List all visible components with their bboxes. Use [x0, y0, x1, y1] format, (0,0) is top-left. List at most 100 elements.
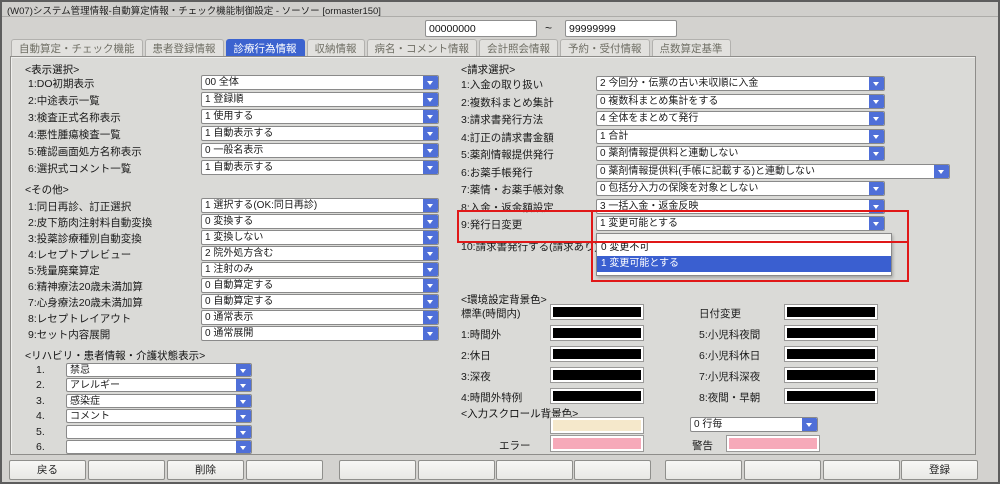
blank-button-4[interactable]	[418, 460, 495, 480]
range-tilde: ~	[545, 21, 552, 35]
select-invoice-issue-method[interactable]: 4 全体をまとめて発行	[596, 111, 885, 126]
select-set-content-expand[interactable]: 0 通常展開	[201, 326, 439, 341]
swatch-scroll-normal[interactable]	[551, 418, 643, 433]
tab-reservation-reception[interactable]: 予約・受付情報	[560, 39, 650, 56]
field-label: 9:セット内容展開	[28, 327, 110, 342]
swatch-standard[interactable]	[551, 305, 643, 319]
tab-auto-calc-check[interactable]: 自動算定・チェック機能	[11, 39, 143, 56]
delete-button[interactable]: 削除	[167, 460, 244, 480]
select-payment-refund-setting[interactable]: 3 一括入金・返金反映	[596, 199, 885, 214]
back-button[interactable]: 戻る	[9, 460, 86, 480]
dropdown-option-no-change[interactable]: 0 変更不可	[597, 240, 891, 256]
swatch-pediatric-night[interactable]	[785, 326, 877, 340]
swatch-pediatric-holiday[interactable]	[785, 347, 877, 361]
select-issue-date-change[interactable]: 1 変更可能とする	[596, 216, 885, 231]
swatch-overtime[interactable]	[551, 326, 643, 340]
tab-accounting-inquiry[interactable]: 会計照会情報	[479, 39, 558, 56]
chevron-down-icon[interactable]	[934, 165, 949, 178]
blank-button-8[interactable]	[744, 460, 821, 480]
field-label: 9:発行日変更	[461, 217, 522, 232]
field-label: 2:複数科まとめ集計	[461, 95, 554, 110]
swatch-night-early[interactable]	[785, 389, 877, 403]
blank-button-1[interactable]	[88, 460, 165, 480]
field-row: 4:訂正の請求書金額 1 合計	[11, 129, 975, 145]
chevron-down-icon[interactable]	[236, 364, 251, 376]
error-label: エラー	[499, 438, 531, 453]
select-receipt-layout[interactable]: 0 通常表示	[201, 310, 439, 325]
select-multi-dept-summary[interactable]: 0 複数科まとめ集計をする	[596, 94, 885, 109]
blank-button-3[interactable]	[339, 460, 416, 480]
select-psychiatric-under20[interactable]: 0 自動算定する	[201, 278, 439, 293]
chevron-down-icon[interactable]	[869, 77, 884, 90]
select-rehab-6[interactable]	[66, 440, 252, 454]
select-medicine-notebook-issue[interactable]: 0 薬剤情報提供料(手帳に記載する)と連動しない	[596, 164, 950, 179]
chevron-down-icon[interactable]	[869, 112, 884, 125]
tab-patient-registration[interactable]: 患者登録情報	[145, 39, 224, 56]
field-label: 5:残量廃棄算定	[28, 263, 100, 278]
field-row: 5.	[11, 425, 975, 441]
tab-score-calc-standard[interactable]: 点数算定基準	[652, 39, 731, 56]
tab-medical-practice[interactable]: 診療行為情報	[226, 39, 305, 56]
chevron-down-icon[interactable]	[802, 418, 817, 431]
range-to-input[interactable]	[565, 20, 677, 37]
field-label: 4:訂正の請求書金額	[461, 130, 554, 145]
chevron-down-icon[interactable]	[423, 279, 438, 292]
chevron-down-icon[interactable]	[869, 217, 884, 230]
chevron-down-icon[interactable]	[869, 200, 884, 213]
blank-button-5[interactable]	[496, 460, 573, 480]
swatch-date-change[interactable]	[785, 305, 877, 319]
chevron-down-icon[interactable]	[236, 441, 251, 453]
chevron-down-icon[interactable]	[423, 311, 438, 324]
blank-button-7[interactable]	[665, 460, 742, 480]
select-rehab-3[interactable]: 感染症	[66, 394, 252, 408]
chevron-down-icon[interactable]	[869, 147, 884, 160]
field-label: 8:夜間・早朝	[699, 390, 760, 405]
blank-button-2[interactable]	[246, 460, 323, 480]
swatch-midnight[interactable]	[551, 368, 643, 382]
select-rehab-1[interactable]: 禁忌	[66, 363, 252, 377]
chevron-down-icon[interactable]	[869, 130, 884, 143]
chevron-down-icon[interactable]	[869, 182, 884, 195]
chevron-down-icon[interactable]	[869, 95, 884, 108]
chevron-down-icon[interactable]	[236, 410, 251, 422]
select-rehab-5[interactable]	[66, 425, 252, 439]
blank-button-6[interactable]	[574, 460, 651, 480]
chevron-down-icon[interactable]	[236, 379, 251, 391]
select-payment-handling[interactable]: 2 今回分・伝票の古い未収順に入金	[596, 76, 885, 91]
select-value: 0 薬剤情報提供料と連動しない	[597, 147, 869, 160]
select-drug-info-issue[interactable]: 0 薬剤情報提供料と連動しない	[596, 146, 885, 161]
swatch-overtime-special[interactable]	[551, 389, 643, 403]
select-corrected-invoice-amount[interactable]: 1 合計	[596, 129, 885, 144]
chevron-down-icon[interactable]	[236, 426, 251, 438]
range-from-input[interactable]	[425, 20, 537, 37]
select-psychosomatic-under20[interactable]: 0 自動算定する	[201, 294, 439, 309]
tab-disease-comment[interactable]: 病名・コメント情報	[367, 39, 478, 56]
select-rehab-4[interactable]: コメント	[66, 409, 252, 423]
select-value: 0 自動算定する	[202, 295, 423, 308]
chevron-down-icon[interactable]	[423, 295, 438, 308]
field-label: 6:お薬手帳発行	[461, 165, 533, 180]
chevron-down-icon[interactable]	[423, 263, 438, 276]
select-value: 2 今回分・伝票の古い未収順に入金	[597, 77, 869, 90]
blank-button-9[interactable]	[823, 460, 900, 480]
swatch-error[interactable]	[551, 436, 643, 451]
field-label: 5.	[36, 426, 45, 438]
dropdown-option-changeable[interactable]: 1 変更可能とする	[597, 256, 891, 272]
select-rehab-2[interactable]: アレルギー	[66, 378, 252, 392]
tab-receipts[interactable]: 収納情報	[307, 39, 365, 56]
field-row: 5:薬剤情報提供発行 0 薬剤情報提供料と連動しない	[11, 146, 975, 162]
swatch-holiday[interactable]	[551, 347, 643, 361]
select-scroll-interval[interactable]: 0 行毎	[690, 417, 818, 432]
register-button[interactable]: 登録	[901, 460, 978, 480]
chevron-down-icon[interactable]	[236, 395, 251, 407]
field-label: 日付変更	[699, 306, 741, 321]
select-drug-info-target[interactable]: 0 包括分入力の保険を対象としない	[596, 181, 885, 196]
select-remaining-disposal[interactable]: 1 注射のみ	[201, 262, 439, 277]
chevron-down-icon[interactable]	[423, 327, 438, 340]
section-header-env-bg: <環境設定背景色>	[461, 292, 547, 307]
select-value: 4 全体をまとめて発行	[597, 112, 869, 125]
field-row: 9:発行日変更 1 変更可能とする	[11, 216, 975, 232]
swatch-warning[interactable]	[727, 436, 819, 451]
field-label: 2:休日	[461, 348, 491, 363]
swatch-pediatric-midnight[interactable]	[785, 368, 877, 382]
